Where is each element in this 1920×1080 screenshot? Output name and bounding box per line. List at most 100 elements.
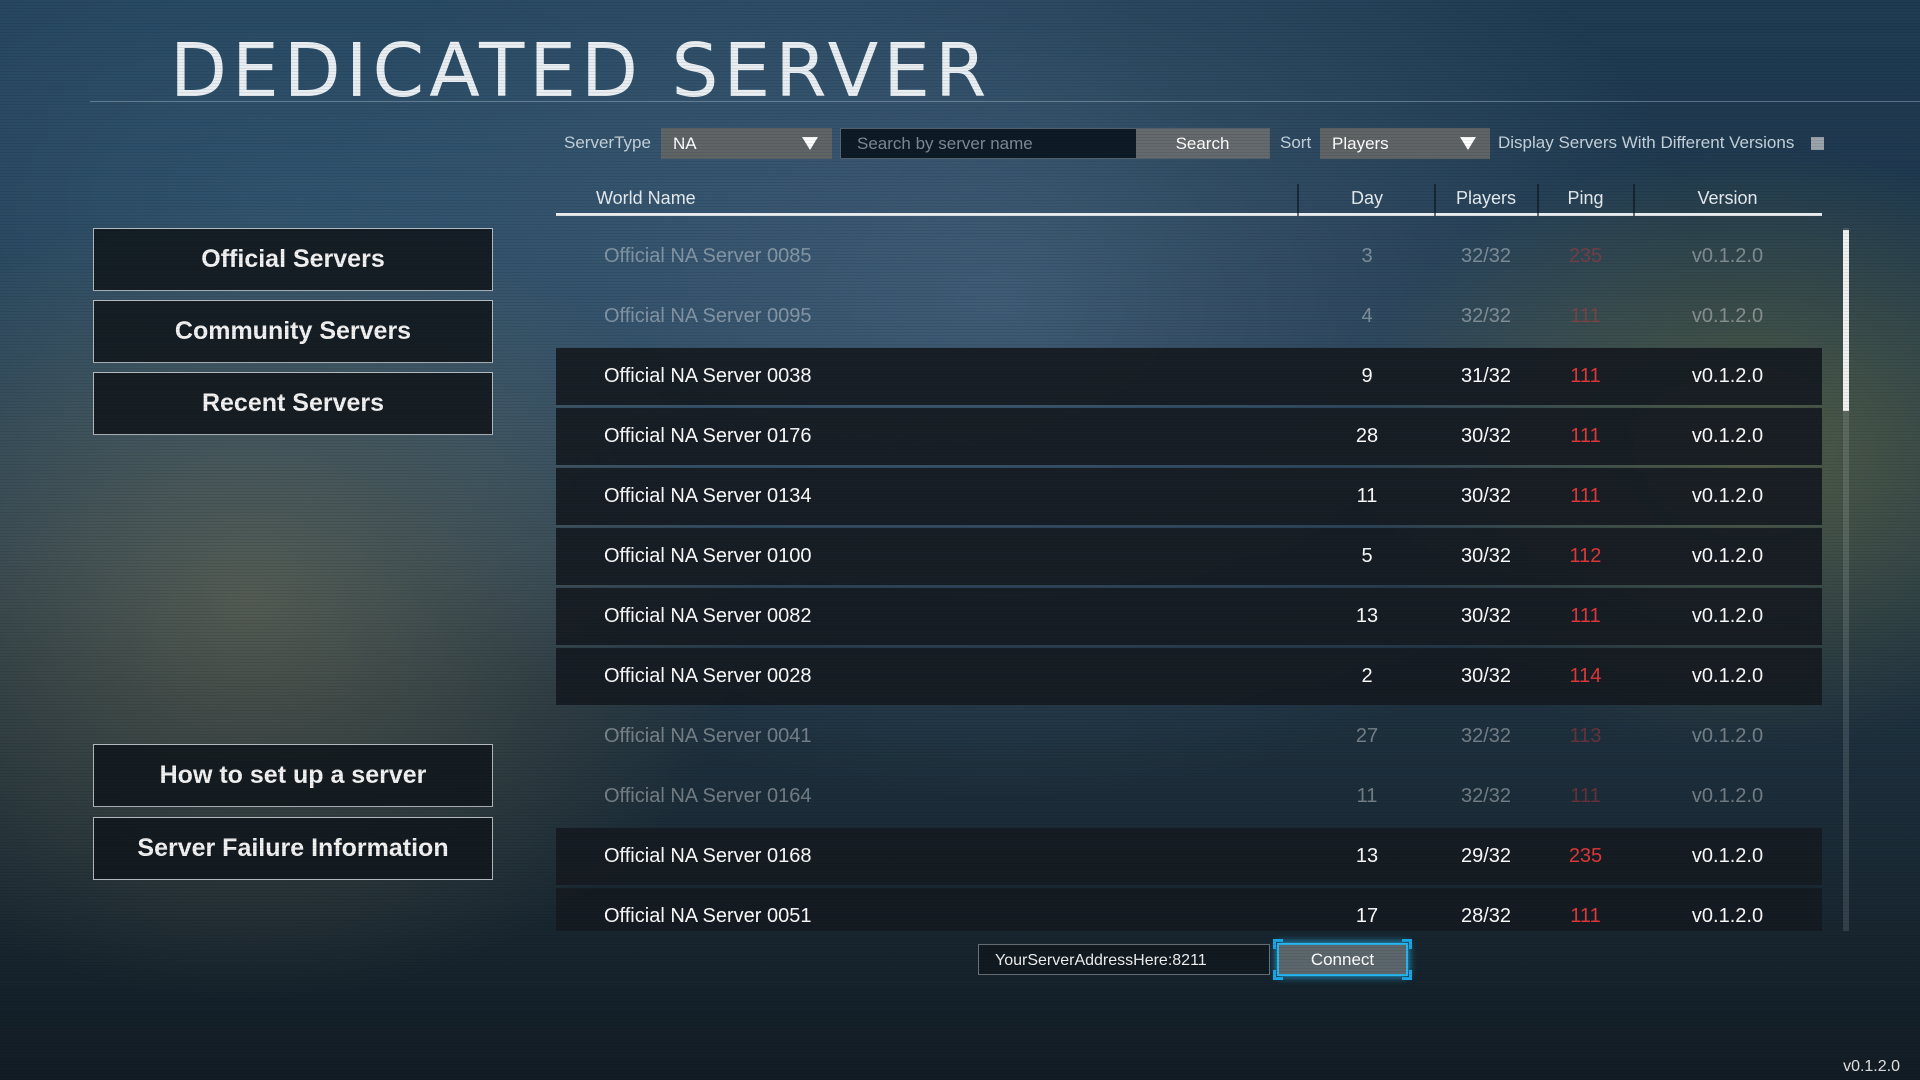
sort-value: Players [1332,133,1389,153]
server-list: Official NA Server 0085 3 32/32 235 v0.1.2.0… [556,228,1822,931]
server-name: Official NA Server 0041 [604,725,812,747]
display-versions-checkbox[interactable] [1811,137,1824,150]
recent-servers-button[interactable]: Recent Servers [93,372,493,435]
server-players: 30/32 [1460,425,1512,447]
server-players: 28/32 [1460,905,1512,927]
server-name: Official NA Server 0176 [604,425,812,447]
server-players: 30/32 [1460,665,1512,687]
server-version: v0.1.2.0 [1691,785,1764,807]
server-row[interactable]: Official NA Server 0164 11 32/32 111 v0.1.2.… [556,768,1822,825]
focus-corner [1273,939,1283,949]
header-ping[interactable]: Ping [1539,188,1632,209]
server-row[interactable]: Official NA Server 0028 2 30/32 114 v0.1.2.0 [556,648,1822,705]
server-address-input[interactable]: YourServerAddressHere:8211 [978,944,1270,975]
server-ping: 235 [1568,245,1603,267]
server-version: v0.1.2.0 [1691,605,1764,627]
server-row[interactable]: Official NA Server 0176 28 30/32 111 v0.1.2.… [556,408,1822,465]
server-day: 2 [1361,665,1373,687]
how-to-setup-button[interactable]: How to set up a server [93,744,493,807]
server-players: 30/32 [1460,605,1512,627]
server-day: 11 [1356,485,1378,507]
server-players: 31/32 [1460,365,1512,387]
server-ping: 111 [1570,305,1601,327]
server-version: v0.1.2.0 [1691,425,1764,447]
server-failure-info-button[interactable]: Server Failure Information [93,817,493,880]
server-row[interactable]: Official NA Server 0085 3 32/32 235 v0.1.2.0 [556,228,1822,285]
title-divider [90,101,1920,102]
header-day[interactable]: Day [1300,188,1434,209]
server-ping: 111 [1570,605,1601,627]
server-name: Official NA Server 0134 [604,485,812,507]
server-name: Official NA Server 0038 [604,365,812,387]
server-version: v0.1.2.0 [1691,905,1764,927]
server-version: v0.1.2.0 [1691,845,1764,867]
search-bar: Search [840,128,1270,159]
scrollbar-thumb[interactable] [1843,230,1849,411]
server-row[interactable]: Official NA Server 0041 27 32/32 113 v0.1.2.… [556,708,1822,765]
server-players: 32/32 [1460,785,1512,807]
server-players: 30/32 [1460,545,1512,567]
server-ping: 113 [1569,725,1602,747]
column-divider [1297,184,1299,216]
server-version: v0.1.2.0 [1691,545,1764,567]
server-row[interactable]: Official NA Server 0051 17 28/32 111 v0.1.2.… [556,888,1822,931]
server-name: Official NA Server 0095 [604,305,812,327]
server-row[interactable]: Official NA Server 0038 9 31/32 111 v0.1.2.0 [556,348,1822,405]
server-row[interactable]: Official NA Server 0095 4 32/32 111 v0.1.2.0 [556,288,1822,345]
search-button[interactable]: Search [1136,129,1269,158]
server-version: v0.1.2.0 [1691,725,1764,747]
server-ping: 111 [1570,905,1601,927]
server-type-label: ServerType [564,133,651,152]
server-version: v0.1.2.0 [1691,485,1764,507]
server-ping: 114 [1569,665,1602,687]
dropdown-arrow-icon [1460,137,1476,150]
search-input[interactable] [841,129,1136,158]
server-name: Official NA Server 0028 [604,665,812,687]
server-name: Official NA Server 0082 [604,605,812,627]
game-version: v0.1.2.0 [1843,1058,1900,1075]
server-day: 5 [1361,545,1373,567]
server-day: 13 [1355,605,1379,627]
server-players: 32/32 [1460,725,1512,747]
server-players: 30/32 [1460,485,1512,507]
table-header: World Name Day Players Ping Version [556,184,1822,216]
server-ping: 111 [1570,365,1601,387]
server-players: 32/32 [1460,245,1512,267]
focus-corner [1273,970,1283,980]
server-type-select[interactable]: NA [661,128,832,159]
server-day: 17 [1355,905,1379,927]
header-players[interactable]: Players [1436,188,1536,209]
sort-label: Sort [1280,133,1312,152]
server-day: 3 [1361,245,1373,267]
server-day: 28 [1355,425,1379,447]
server-row[interactable]: Official NA Server 0168 13 29/32 235 v0.1.2.… [556,828,1822,885]
server-ping: 111 [1570,785,1601,807]
display-versions-label: Display Servers With Different Versions [1498,133,1795,152]
server-day: 4 [1361,305,1373,327]
server-ping: 112 [1569,545,1602,567]
connect-button[interactable]: Connect [1273,939,1412,980]
server-version: v0.1.2.0 [1691,665,1764,687]
header-world-name[interactable]: World Name [596,188,696,209]
server-day: 27 [1355,725,1379,747]
community-servers-button[interactable]: Community Servers [93,300,493,363]
sort-select[interactable]: Players [1320,128,1490,159]
server-row[interactable]: Official NA Server 0100 5 30/32 112 v0.1.2.0 [556,528,1822,585]
focus-corner [1402,970,1412,980]
server-day: 9 [1361,365,1373,387]
server-ping: 111 [1570,425,1601,447]
header-version[interactable]: Version [1635,188,1820,209]
server-row[interactable]: Official NA Server 0082 13 30/32 111 v0.1.2.… [556,588,1822,645]
server-players: 32/32 [1460,305,1512,327]
focus-corner [1402,939,1412,949]
server-name: Official NA Server 0164 [604,785,812,807]
server-name: Official NA Server 0168 [604,845,812,867]
server-day: 13 [1355,845,1379,867]
server-row[interactable]: Official NA Server 0134 11 30/32 111 v0.1.2.… [556,468,1822,525]
official-servers-button[interactable]: Official Servers [93,228,493,291]
server-name: Official NA Server 0100 [604,545,812,567]
connect-label: Connect [1310,949,1375,969]
server-name: Official NA Server 0085 [604,245,812,267]
server-version: v0.1.2.0 [1691,365,1764,387]
server-day: 11 [1356,785,1378,807]
